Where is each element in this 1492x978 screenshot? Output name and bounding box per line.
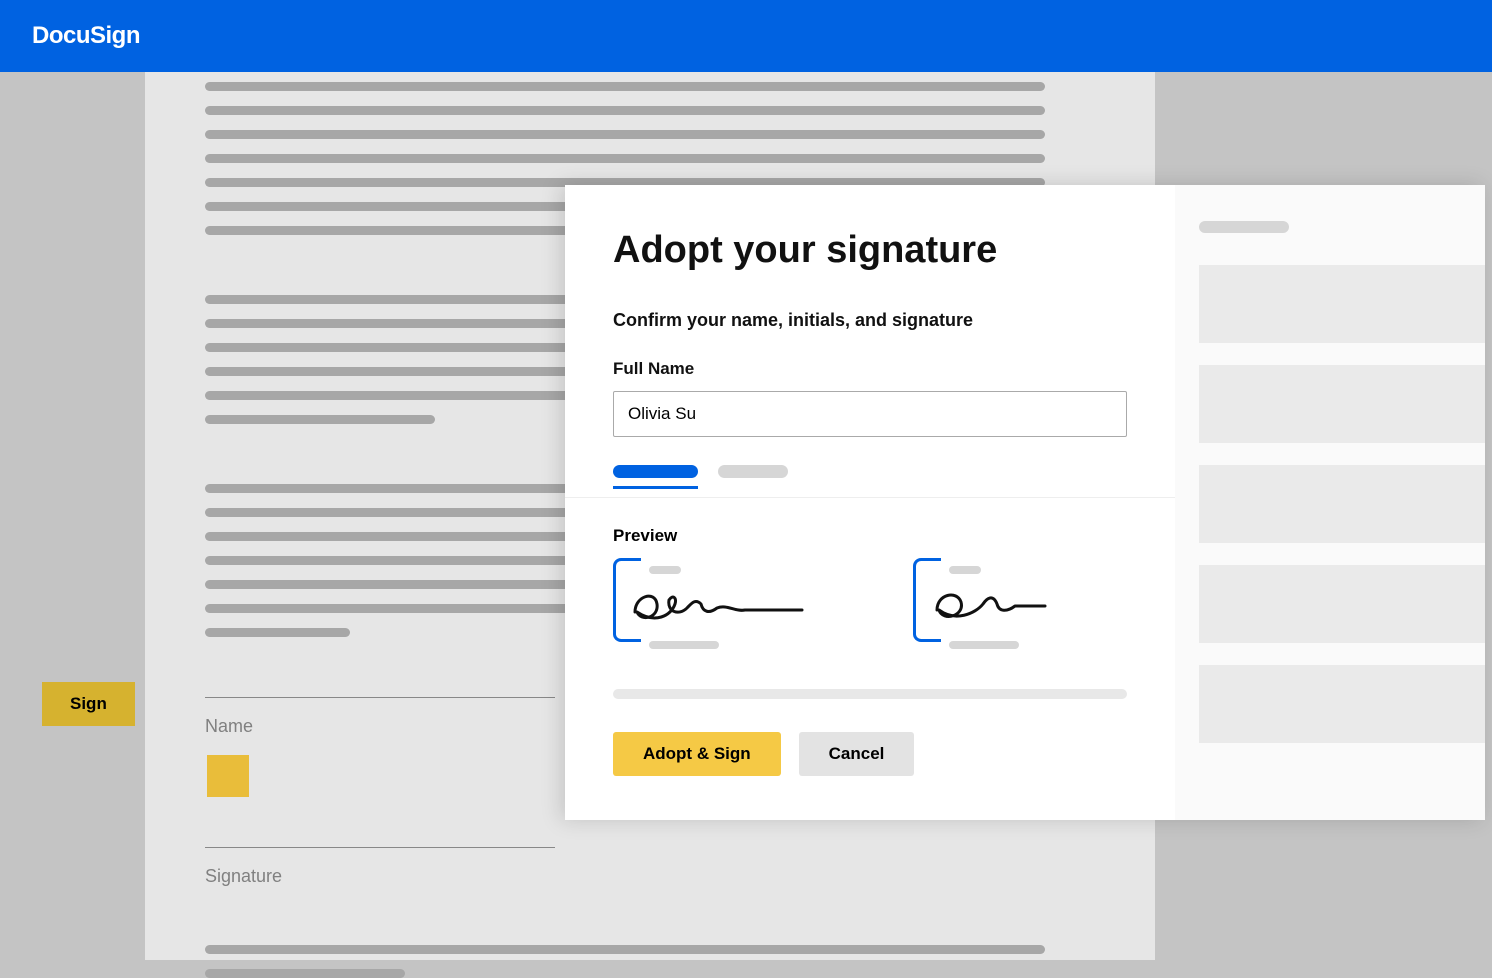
- placeholder: [949, 641, 1019, 649]
- tab-draw[interactable]: [718, 465, 788, 478]
- initials-preview[interactable]: [913, 566, 1113, 649]
- text-placeholder: [205, 969, 405, 978]
- preview-label: Preview: [613, 526, 1127, 546]
- signature-glyph: [627, 582, 807, 626]
- signature-underline: [205, 847, 555, 848]
- signature-bracket-icon: [913, 558, 941, 642]
- initials-glyph: [927, 582, 1057, 626]
- signature-target[interactable]: [207, 755, 249, 797]
- text-placeholder: [205, 154, 1045, 163]
- sidebar-option[interactable]: [1199, 465, 1485, 543]
- modal-sidebar: [1175, 185, 1485, 820]
- sidebar-option[interactable]: [1199, 565, 1485, 643]
- full-name-label: Full Name: [613, 359, 1127, 379]
- text-placeholder: [205, 82, 1045, 91]
- text-placeholder: [205, 628, 350, 637]
- cancel-button[interactable]: Cancel: [799, 732, 915, 776]
- modal-subtitle: Confirm your name, initials, and signatu…: [613, 310, 1127, 331]
- app-header: DocuSign: [0, 0, 1492, 72]
- full-name-input[interactable]: [613, 391, 1127, 437]
- signature-bracket-icon: [613, 558, 641, 642]
- tab-active-indicator: [613, 486, 698, 489]
- text-placeholder: [205, 130, 1045, 139]
- sidebar-option[interactable]: [1199, 665, 1485, 743]
- disclosure-placeholder: [613, 689, 1127, 699]
- modal-title: Adopt your signature: [613, 229, 1127, 272]
- left-gutter: Sign: [0, 72, 145, 960]
- signature-field-label: Signature: [205, 866, 1095, 887]
- adopt-signature-modal: Adopt your signature Confirm your name, …: [565, 185, 1485, 820]
- tab-select-style[interactable]: [613, 465, 698, 478]
- divider: [565, 497, 1175, 498]
- adopt-and-sign-button[interactable]: Adopt & Sign: [613, 732, 781, 776]
- sidebar-option[interactable]: [1199, 365, 1485, 443]
- sidebar-heading-placeholder: [1199, 221, 1289, 233]
- text-placeholder: [205, 106, 1045, 115]
- brand-logo: DocuSign: [32, 22, 140, 50]
- placeholder: [949, 566, 981, 574]
- signature-preview[interactable]: [613, 566, 813, 649]
- placeholder: [649, 641, 719, 649]
- sidebar-option[interactable]: [1199, 265, 1485, 343]
- sign-here-tag[interactable]: Sign: [42, 682, 135, 726]
- placeholder: [649, 566, 681, 574]
- text-placeholder: [205, 945, 1045, 954]
- text-placeholder: [205, 415, 435, 424]
- signature-tabs: [613, 465, 1127, 489]
